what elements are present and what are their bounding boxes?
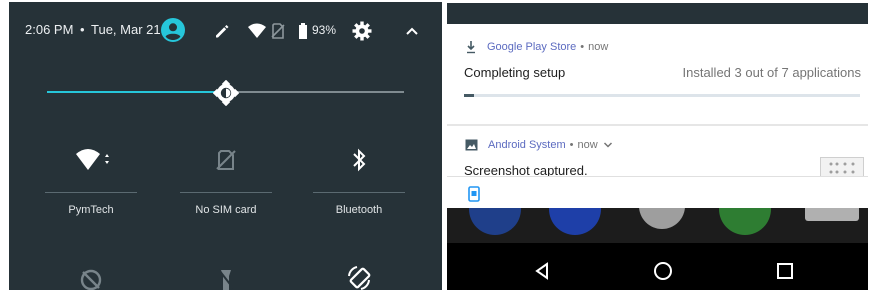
- settings-gear-icon[interactable]: [352, 21, 372, 41]
- notification-header: Google Play Store • now: [465, 39, 608, 55]
- flashlight-off-icon[interactable]: [166, 264, 286, 290]
- brightness-slider-active-track[interactable]: [47, 91, 226, 93]
- notification-play-store[interactable]: Google Play Store • now Completing setup…: [447, 24, 868, 124]
- notification-header: Android System • now: [465, 137, 613, 153]
- tile-no-sim[interactable]: No SIM card: [166, 142, 286, 232]
- tile-label-no-sim: No SIM card: [195, 204, 257, 216]
- notification-app-name: Android System: [488, 139, 566, 151]
- battery-icon: [298, 23, 308, 39]
- screenshot-indicator-icon: [468, 186, 480, 202]
- notification-time: now: [577, 139, 598, 151]
- wifi-icon: [31, 146, 151, 174]
- clock-separator: •: [80, 22, 85, 37]
- dock-app-icon: [549, 205, 601, 235]
- tile-label-bluetooth: Bluetooth: [335, 204, 383, 216]
- wifi-status-icon: [248, 23, 266, 39]
- notification-title: Screenshot captured.: [464, 163, 588, 176]
- back-icon[interactable]: [532, 261, 552, 281]
- no-sim-icon: [166, 146, 286, 174]
- date-label: Tue, Mar 21: [91, 22, 161, 37]
- tile-divider: [313, 192, 405, 193]
- dock-app-icon: [469, 205, 521, 235]
- install-progress-bar: [464, 94, 860, 97]
- quick-settings-status-row: 2:06 PM • Tue, Mar 21 93%: [9, 2, 442, 60]
- tile-wifi[interactable]: PymTech: [31, 142, 151, 232]
- chevron-down-icon[interactable]: [603, 141, 613, 149]
- dock-app-icon: [639, 205, 685, 229]
- notification-text: Installed 3 out of 7 applications: [682, 65, 861, 80]
- brightness-thumb-icon[interactable]: [212, 79, 240, 107]
- download-icon: [467, 41, 475, 54]
- notification-app-name: Google Play Store: [487, 41, 577, 53]
- notification-title: Completing setup: [464, 65, 566, 80]
- header-dot: •: [580, 41, 585, 53]
- notification-screenshot[interactable]: Android System • now Screenshot captured…: [447, 126, 868, 176]
- tile-label-wifi: PymTech: [68, 204, 114, 216]
- user-avatar-icon[interactable]: [161, 18, 185, 42]
- brightness-slider-inactive-track[interactable]: [226, 91, 404, 93]
- notification-shade: Google Play Store • now Completing setup…: [447, 3, 868, 290]
- clock-date[interactable]: 2:06 PM • Tue, Mar 21: [25, 22, 161, 37]
- bluetooth-icon: [299, 146, 419, 174]
- auto-rotate-icon[interactable]: [299, 264, 419, 290]
- navigation-bar: [447, 243, 868, 290]
- home-icon[interactable]: [653, 261, 673, 281]
- screenshot-thumbnail: [820, 157, 864, 176]
- image-icon: [465, 139, 478, 151]
- battery-percent: 93%: [312, 23, 337, 37]
- header-dot: •: [569, 139, 574, 151]
- no-sim-status-icon: [271, 23, 285, 39]
- recents-icon[interactable]: [775, 261, 795, 281]
- notification-footer-strip: [447, 176, 868, 208]
- install-progress-fill: [464, 94, 475, 97]
- tile-divider: [180, 192, 272, 193]
- edit-pencil-icon[interactable]: [214, 23, 230, 39]
- notification-time: now: [588, 41, 609, 53]
- tile-bluetooth[interactable]: Bluetooth: [299, 142, 419, 232]
- collapse-chevron-up-icon[interactable]: [405, 24, 419, 36]
- clock-time: 2:06 PM: [25, 22, 74, 37]
- quick-settings-panel: 2:06 PM • Tue, Mar 21 93% PymTech No SIM…: [9, 2, 442, 290]
- tile-divider: [45, 192, 137, 193]
- status-bar-strip: [447, 3, 868, 24]
- do-not-disturb-icon[interactable]: [31, 264, 151, 290]
- dock-app-icon: [719, 205, 771, 235]
